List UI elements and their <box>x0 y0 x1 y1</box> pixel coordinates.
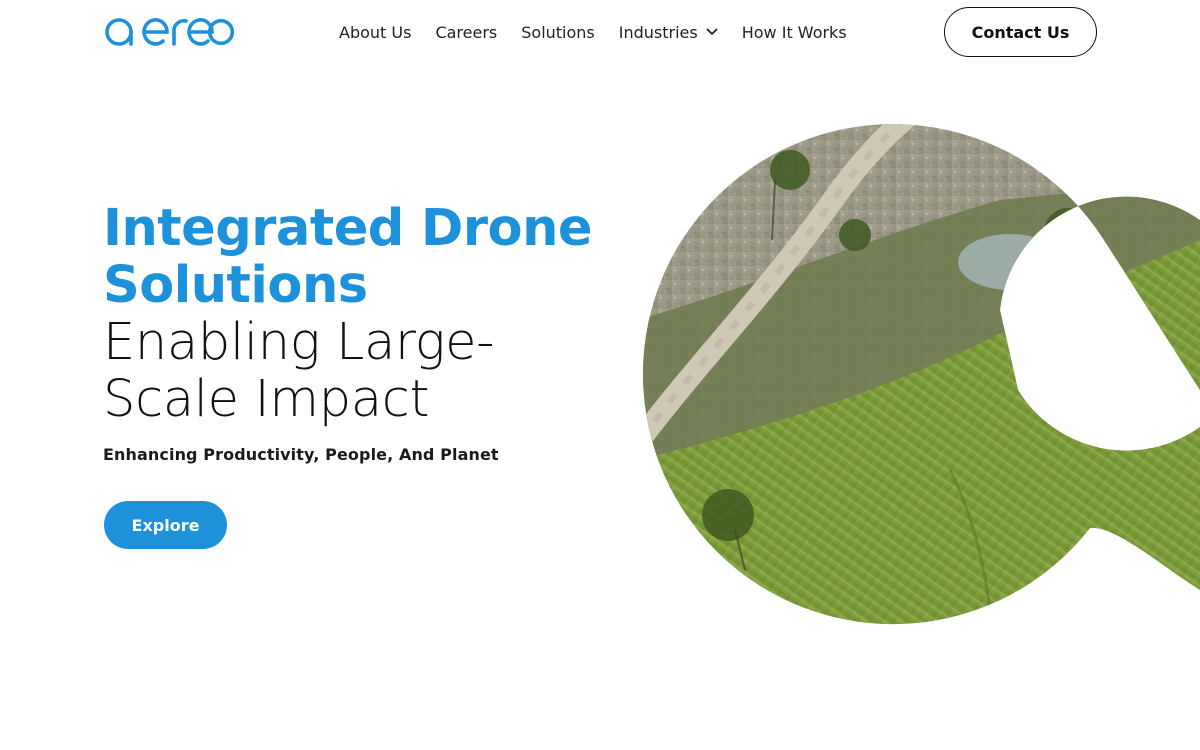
nav-careers[interactable]: Careers <box>435 23 497 42</box>
hero-subtitle: Enhancing Productivity, People, And Plan… <box>103 445 499 464</box>
main-nav: About Us Careers Solutions Industries Ho… <box>339 20 847 44</box>
hero-title-highlight-line1: Integrated Drone <box>103 199 592 258</box>
hero-title: Integrated Drone Solutions Enabling Larg… <box>103 200 643 428</box>
page: aereo About Us Careers Solutions Industr… <box>0 0 1200 750</box>
contact-us-button[interactable]: Contact Us <box>944 7 1097 57</box>
nav-industries[interactable]: Industries <box>619 23 718 42</box>
site-header: aereo About Us Careers Solutions Industr… <box>0 0 1200 64</box>
nav-about-us[interactable]: About Us <box>339 23 411 42</box>
aereo-logo[interactable]: aereo <box>104 14 234 48</box>
nav-how-it-works[interactable]: How It Works <box>742 23 847 42</box>
hero-title-line3: Enabling Large- <box>103 313 495 372</box>
nav-industries-label: Industries <box>618 22 698 42</box>
chevron-down-icon <box>706 28 718 35</box>
hero-title-line4: Scale Impact <box>103 370 430 429</box>
nav-solutions[interactable]: Solutions <box>521 23 595 42</box>
hero-title-highlight-line2: Solutions <box>103 256 368 315</box>
explore-button[interactable]: Explore <box>104 501 227 549</box>
